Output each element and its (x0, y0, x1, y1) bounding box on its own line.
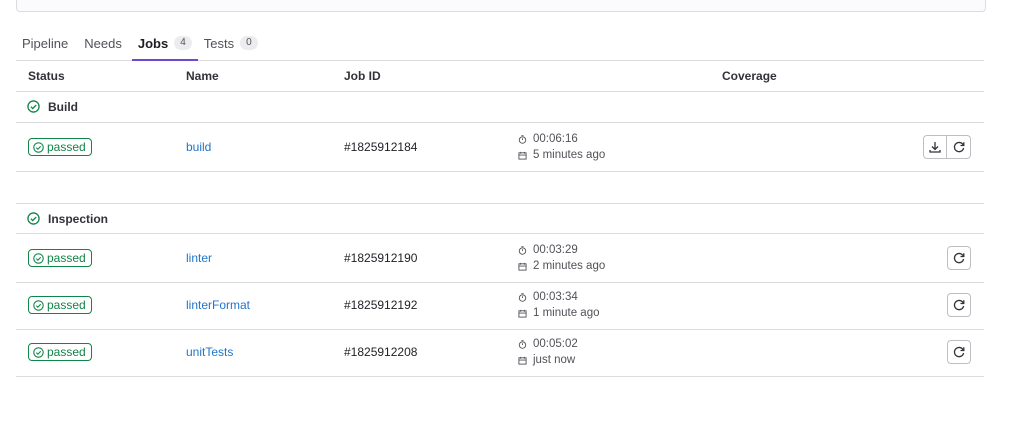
job-id: #1825912190 (344, 251, 418, 265)
calendar-icon (518, 151, 527, 160)
calendar-icon (518, 356, 527, 365)
calendar-icon (518, 309, 527, 318)
stage-header-build: Build (16, 92, 984, 123)
download-artifacts-button[interactable] (923, 135, 947, 159)
pipeline-header-card (16, 0, 986, 12)
column-name: Name (186, 69, 219, 83)
finished-at: 2 minutes ago (518, 260, 605, 272)
status-badge[interactable]: passed (28, 249, 92, 267)
retry-button[interactable] (947, 135, 971, 159)
retry-icon (953, 299, 965, 311)
status-success-icon (33, 346, 44, 358)
retry-icon (953, 346, 965, 358)
status-success-icon (33, 299, 44, 311)
tests-count-badge: 0 (240, 36, 258, 50)
duration: 00:03:29 (518, 244, 578, 256)
jobs-table-header: Status Name Job ID Coverage (16, 60, 984, 92)
column-coverage: Coverage (722, 69, 777, 83)
status-badge[interactable]: passed (28, 296, 92, 314)
retry-icon (953, 141, 964, 153)
table-row: passed linter #1825912190 00:03:29 2 min… (16, 235, 984, 283)
timer-icon (518, 339, 527, 349)
finished-at: just now (518, 354, 575, 366)
jobs-count-badge: 4 (174, 36, 192, 50)
pipeline-tabs: Pipeline Needs Jobs 4 Tests 0 (16, 26, 984, 61)
retry-button[interactable] (947, 293, 971, 317)
job-id: #1825912208 (344, 345, 418, 359)
tab-jobs[interactable]: Jobs 4 (131, 26, 198, 61)
duration: 00:06:16 (518, 133, 578, 145)
status-success-icon (27, 100, 40, 113)
retry-button[interactable] (947, 246, 971, 270)
status-success-icon (27, 212, 40, 225)
column-job-id: Job ID (344, 69, 381, 83)
stage-header-inspection: Inspection (16, 203, 984, 234)
timer-icon (518, 245, 527, 255)
job-name-link[interactable]: unitTests (186, 345, 233, 359)
download-icon (929, 142, 941, 153)
timer-icon (518, 292, 527, 302)
timer-icon (518, 134, 527, 144)
tab-needs[interactable]: Needs (78, 26, 128, 60)
job-name-link[interactable]: linter (186, 251, 212, 265)
retry-button[interactable] (947, 340, 971, 364)
duration: 00:03:34 (518, 291, 578, 303)
finished-at: 5 minutes ago (518, 149, 605, 161)
calendar-icon (518, 262, 527, 271)
tab-tests[interactable]: Tests 0 (198, 26, 264, 60)
status-success-icon (33, 141, 44, 153)
status-badge[interactable]: passed (28, 343, 92, 361)
duration: 00:05:02 (518, 338, 578, 350)
job-id: #1825912192 (344, 298, 418, 312)
table-row: passed linterFormat #1825912192 00:03:34… (16, 282, 984, 330)
job-id: #1825912184 (344, 140, 418, 154)
table-row: passed build #1825912184 00:06:16 5 minu… (16, 124, 984, 172)
tab-pipeline[interactable]: Pipeline (16, 26, 74, 60)
status-badge[interactable]: passed (28, 138, 92, 156)
column-status: Status (28, 69, 65, 83)
stage-name: Build (48, 100, 78, 114)
retry-icon (953, 252, 965, 264)
status-success-icon (33, 252, 44, 264)
table-row: passed unitTests #1825912208 00:05:02 ju… (16, 329, 984, 377)
finished-at: 1 minute ago (518, 307, 600, 319)
job-name-link[interactable]: linterFormat (186, 298, 250, 312)
job-name-link[interactable]: build (186, 140, 211, 154)
stage-name: Inspection (48, 212, 109, 226)
